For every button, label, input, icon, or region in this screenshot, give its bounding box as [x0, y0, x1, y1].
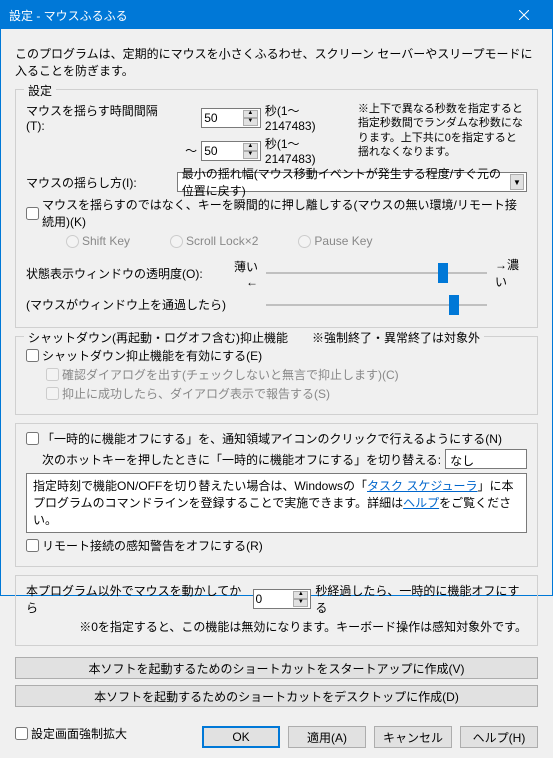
opacity-label: 状態表示ウィンドウの透明度(O):	[26, 265, 226, 282]
interval-unit1: 秒(1～2147483)	[265, 102, 350, 133]
interval-tilde: ～	[183, 142, 197, 159]
close-icon	[519, 10, 529, 20]
startup-shortcut-button[interactable]: 本ソフトを起動するためのショートカットをスタートアップに作成(V)	[15, 657, 538, 679]
radio-scroll-label: Scroll Lock×2	[186, 234, 258, 248]
remote-warning-label: リモート接続の感知警告をオフにする(R)	[42, 537, 263, 554]
tray-toggle-checkbox[interactable]	[26, 432, 39, 445]
radio-scroll	[170, 235, 183, 248]
settings-window: 設定 - マウスふるふる このプログラムは、定期的にマウスを小さくふるわせ、スク…	[0, 0, 553, 596]
settings-group: 設定 マウスを揺らす時間間隔(T): 50 ▲▼ 秒(1～2147483) ～	[15, 89, 538, 328]
shutdown-confirm-checkbox	[46, 368, 59, 381]
slider-thumb[interactable]	[449, 295, 459, 315]
slider-thumb[interactable]	[438, 263, 448, 283]
titlebar: 設定 - マウスふるふる	[1, 1, 552, 29]
desktop-shortcut-button[interactable]: 本ソフトを起動するためのショートカットをデスクトップに作成(D)	[15, 685, 538, 707]
down-icon[interactable]: ▼	[243, 118, 258, 126]
settings-group-title: 設定	[24, 82, 56, 99]
radio-shift	[66, 235, 79, 248]
idle-group: 本プログラム以外でマウスを動かしてから 0 ▲▼ 秒経過したら、一時的に機能オフ…	[15, 575, 538, 646]
interval-note: ※上下で異なる秒数を指定すると指定秒数間でランダムな秒数になります。上下共に0を…	[358, 102, 527, 159]
shutdown-group-title: シャットダウン(再起動・ログオフ含む)抑止機能 ※強制終了・異常終了は対象外	[24, 329, 484, 346]
apply-button[interactable]: 適用(A)	[288, 726, 366, 748]
idle-prefix: 本プログラム以外でマウスを動かしてから	[26, 582, 249, 616]
thin-label: 薄い←	[226, 258, 258, 289]
up-icon[interactable]: ▲	[243, 110, 258, 118]
idle-note: ※0を指定すると、この機能は無効になります。キーボード操作は感知対象外です。	[26, 618, 527, 635]
opacity-hover-slider[interactable]	[266, 304, 487, 306]
press-key-label: マウスを揺らすのではなく、キーを瞬間的に押し離しする(マウスの無い環境/リモート…	[42, 196, 527, 230]
program-description: このプログラムは、定期的にマウスを小さくふるわせ、スクリーン セーバーやスリープ…	[15, 45, 538, 79]
interval-from-value: 50	[204, 111, 217, 125]
shutdown-confirm-label: 確認ダイアログを出す(チェックしないと無言で抑止します)(C)	[62, 366, 399, 383]
interval-from-spinner[interactable]: 50 ▲▼	[201, 108, 261, 128]
swing-value: 最小の揺れ幅(マウス移動イベントが発生する程度/すぐ元の位置に戻す)	[182, 165, 510, 199]
content-area: このプログラムは、定期的にマウスを小さくふるわせ、スクリーン セーバーやスリープ…	[1, 29, 552, 758]
swing-label: マウスの揺らし方(I):	[26, 174, 173, 191]
shutdown-enable-label: シャットダウン抑止機能を有効にする(E)	[42, 347, 262, 364]
info-pre: 指定時刻で機能ON/OFFを切り替えたい場合は、Windowsの「	[33, 479, 367, 493]
down-icon[interactable]: ▼	[293, 599, 308, 607]
force-expand-checkbox[interactable]	[15, 727, 28, 740]
interval-label: マウスを揺らす時間間隔(T):	[26, 102, 175, 133]
window-title: 設定 - マウスふるふる	[9, 7, 128, 24]
tray-toggle-label: 「一時的に機能オフにする」を、通知領域アイコンのクリックで行えるようにする(N)	[42, 430, 502, 447]
radio-pause	[298, 235, 311, 248]
shutdown-report-checkbox	[46, 387, 59, 400]
task-scheduler-link[interactable]: タスク スケジューラ	[367, 479, 478, 493]
hotkey-value: なし	[450, 454, 474, 468]
remote-warning-checkbox[interactable]	[26, 539, 39, 552]
idle-value: 0	[256, 592, 263, 606]
radio-pause-label: Pause Key	[314, 234, 372, 248]
hotkey-label: 次のホットキーを押したときに「一時的に機能オフにする」を切り替える:	[42, 451, 441, 468]
opacity-hover-label: (マウスがウィンドウ上を通過したら)	[26, 296, 226, 313]
cancel-button[interactable]: キャンセル	[374, 726, 452, 748]
press-key-checkbox[interactable]	[26, 207, 39, 220]
up-icon[interactable]: ▲	[293, 591, 308, 599]
swing-select[interactable]: 最小の揺れ幅(マウス移動イベントが発生する程度/すぐ元の位置に戻す) ▼	[177, 172, 527, 192]
idle-spinner[interactable]: 0 ▲▼	[253, 589, 312, 609]
help-button[interactable]: ヘルプ(H)	[460, 726, 538, 748]
thick-label: →濃い	[495, 256, 527, 290]
info-box: 指定時刻で機能ON/OFFを切り替えたい場合は、Windowsの「タスク スケジ…	[26, 473, 527, 533]
interval-to-value: 50	[204, 144, 217, 158]
close-button[interactable]	[504, 1, 544, 29]
shutdown-group: シャットダウン(再起動・ログオフ含む)抑止機能 ※強制終了・異常終了は対象外 シ…	[15, 336, 538, 415]
interval-to-spinner[interactable]: 50 ▲▼	[201, 141, 261, 161]
help-link[interactable]: ヘルプ	[403, 496, 439, 510]
shutdown-enable-checkbox[interactable]	[26, 349, 39, 362]
radio-shift-label: Shift Key	[82, 234, 130, 248]
ok-button[interactable]: OK	[202, 726, 280, 748]
force-expand-label: 設定画面強制拡大	[31, 725, 127, 742]
up-icon[interactable]: ▲	[243, 143, 258, 151]
opacity-slider[interactable]	[266, 272, 487, 274]
shutdown-report-label: 抑止に成功したら、ダイアログ表示で報告する(S)	[62, 385, 330, 402]
interval-unit2: 秒(1～2147483)	[265, 135, 350, 166]
chevron-down-icon: ▼	[510, 174, 524, 190]
hotkey-input[interactable]: なし	[445, 449, 527, 469]
down-icon[interactable]: ▼	[243, 151, 258, 159]
tray-group: 「一時的に機能オフにする」を、通知領域アイコンのクリックで行えるようにする(N)…	[15, 423, 538, 567]
idle-suffix: 秒経過したら、一時的に機能オフにする	[315, 582, 527, 616]
